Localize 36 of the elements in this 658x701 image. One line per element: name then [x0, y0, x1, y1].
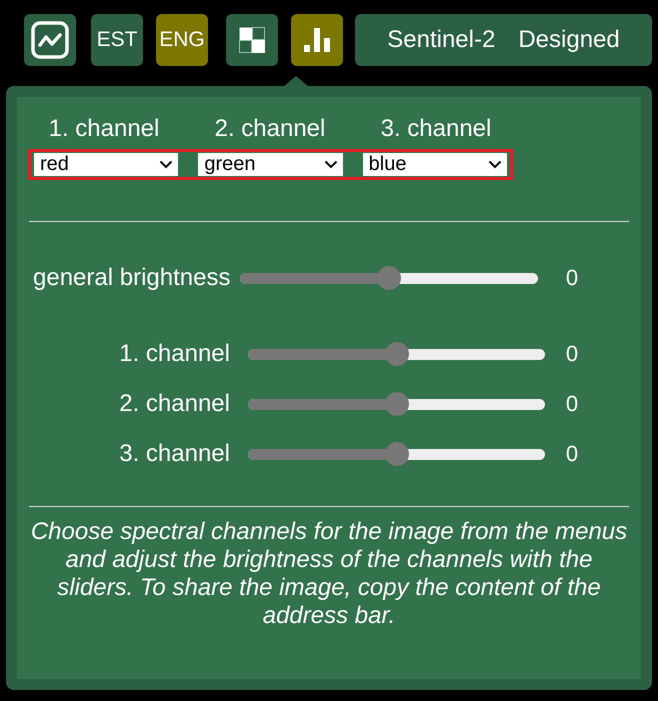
slider-thumb[interactable]: [377, 266, 401, 290]
language-button[interactable]: ENG: [156, 14, 208, 66]
view-tab[interactable]: [291, 14, 343, 66]
channel-label: 2. channel: [214, 116, 326, 142]
mode-name: Designed: [518, 26, 620, 54]
satellite-name: Sentinel-2: [387, 26, 496, 54]
slider-label: 3. channel: [119, 440, 230, 468]
line-chart-icon: [31, 21, 69, 59]
slider-track[interactable]: [240, 266, 538, 290]
chevron-down-icon: [488, 160, 502, 169]
slider-track[interactable]: [248, 392, 545, 416]
slider-thumb[interactable]: [384, 342, 408, 366]
checker-grid-icon: [239, 27, 265, 53]
slider-track[interactable]: [248, 342, 545, 366]
language-button[interactable]: EST: [91, 14, 143, 66]
channel-label: 1. channel: [48, 116, 160, 142]
slider-value: 0: [566, 391, 578, 417]
slider-track[interactable]: [248, 442, 545, 466]
view-tab[interactable]: [226, 14, 278, 66]
slider-thumb[interactable]: [384, 442, 408, 466]
slider-value: 0: [566, 265, 578, 291]
slider-thumb[interactable]: [384, 392, 408, 416]
chevron-down-icon: [324, 160, 338, 169]
slider-value: 0: [566, 441, 578, 467]
slider-label: 1. channel: [119, 340, 230, 368]
help-text: Choose spectral channels for the image from the menus and adjust the brightness of the channels with the sliders. To share the image, copy the content of the address bar.: [30, 518, 628, 630]
slider-label: general brightness: [33, 264, 231, 292]
channel-dropdown[interactable]: red: [34, 153, 178, 176]
logo-button[interactable]: [24, 14, 76, 66]
channel-dropdown[interactable]: blue: [362, 153, 507, 176]
slider-value: 0: [566, 341, 578, 367]
slider-label: 2. channel: [119, 390, 230, 418]
channel-dropdown[interactable]: green: [198, 153, 343, 176]
channel-label: 3. channel: [380, 116, 492, 142]
bar-chart-icon: [304, 28, 330, 52]
chevron-down-icon: [159, 160, 174, 169]
